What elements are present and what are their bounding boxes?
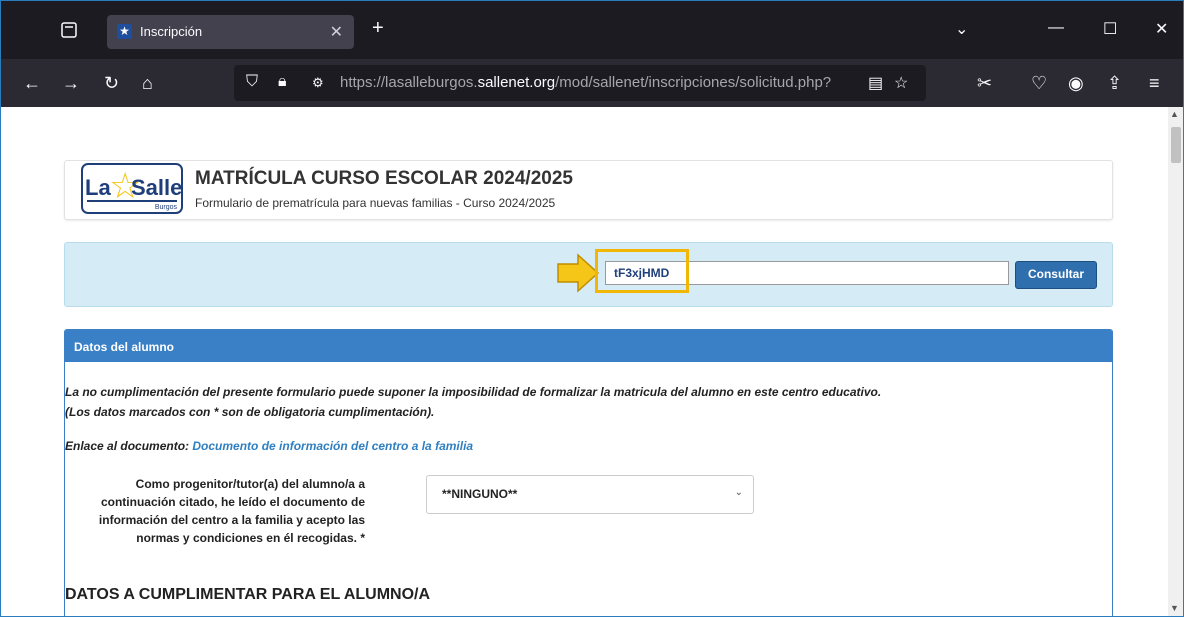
scrollbar-thumb[interactable] [1171,127,1181,163]
datos-alumno-section: Datos del alumno La no cumplimentación d… [64,329,1113,616]
new-tab-icon[interactable]: + [372,18,384,38]
url-text[interactable]: https://lasalleburgos.sallenet.org/mod/s… [340,74,834,91]
list-all-tabs-icon[interactable]: ⌄ [955,19,968,39]
forward-icon[interactable]: → [62,73,80,93]
section-header: Datos del alumno [65,330,1112,362]
chevron-down-icon: ⌄ [734,487,743,498]
scrollbar[interactable] [1168,107,1183,616]
bookmark-star-icon[interactable]: ☆ [894,73,908,93]
page-title: MATRÍCULA CURSO ESCOLAR 2024/2025 [195,168,573,189]
tab-list-icon[interactable] [60,21,78,39]
share-icon[interactable]: ⇪ [1107,73,1122,93]
extensions-icon[interactable]: ✂ [977,73,992,93]
consent-select[interactable]: **NINGUNO** ⌄ [426,475,754,514]
tab-bar: ★ Inscripción ✕ + ⌄ — ☐ ✕ [1,1,1183,59]
reader-view-icon[interactable]: ▤ [868,73,883,93]
home-icon[interactable]: ⌂ [142,73,153,93]
document-link-row: Enlace al documento: Documento de inform… [65,439,473,453]
consent-select-value: **NINGUNO** [442,487,518,501]
minimize-icon[interactable]: — [1048,19,1064,37]
back-icon[interactable]: ← [23,73,41,93]
star-favicon-icon: ★ [117,24,132,39]
url-bar[interactable]: ⛉ 🔒︎ ⚙ https://lasalleburgos.sallenet.or… [234,65,926,101]
tab-inscripcion[interactable]: ★ Inscripción ✕ [107,15,354,49]
maximize-icon[interactable]: ☐ [1103,19,1117,39]
tab-title: Inscripción [140,24,203,39]
document-link-prefix: Enlace al documento: [65,439,193,453]
highlight-box [595,249,689,293]
browser-window: ★ Inscripción ✕ + ⌄ — ☐ ✕ ← → ↻ ⌂ ✂ ♡ ◉ … [0,0,1184,617]
scroll-down-icon[interactable]: ▼ [1170,603,1179,613]
section-title: Datos del alumno [74,340,175,354]
search-panel: Consultar [64,242,1113,307]
account-icon[interactable]: ◉ [1068,73,1084,93]
lasalle-logo: La ☆ Salle Burgos [81,163,183,214]
pocket-icon[interactable]: ♡ [1031,73,1047,93]
notice-text: La no cumplimentación del presente formu… [65,385,882,399]
scroll-up-icon[interactable]: ▲ [1170,109,1179,119]
document-link[interactable]: Documento de información del centro a la… [192,439,473,453]
close-tab-icon[interactable]: ✕ [330,22,343,42]
consent-label: Como progenitor/tutor(a) del alumno/a a … [98,477,365,545]
reload-icon[interactable]: ↻ [104,73,119,93]
lock-icon[interactable]: 🔒︎ [278,73,287,91]
shield-icon[interactable]: ⛉ [246,73,258,91]
subsection-title: DATOS A CUMPLIMENTAR PARA EL ALUMNO/A [65,586,431,603]
required-notice-text: (Los datos marcados con * son de obligat… [65,405,435,419]
menu-icon[interactable]: ≡ [1149,73,1160,93]
page-subtitle: Formulario de prematrícula para nuevas f… [195,196,556,210]
permissions-icon[interactable]: ⚙ [312,75,324,91]
header-card: La ☆ Salle Burgos MATRÍCULA CURSO ESCOLA… [64,160,1113,220]
page-content: La ☆ Salle Burgos MATRÍCULA CURSO ESCOLA… [1,107,1168,616]
close-window-icon[interactable]: ✕ [1155,19,1168,39]
arrow-right-icon [557,253,600,293]
consultar-button[interactable]: Consultar [1015,261,1097,289]
